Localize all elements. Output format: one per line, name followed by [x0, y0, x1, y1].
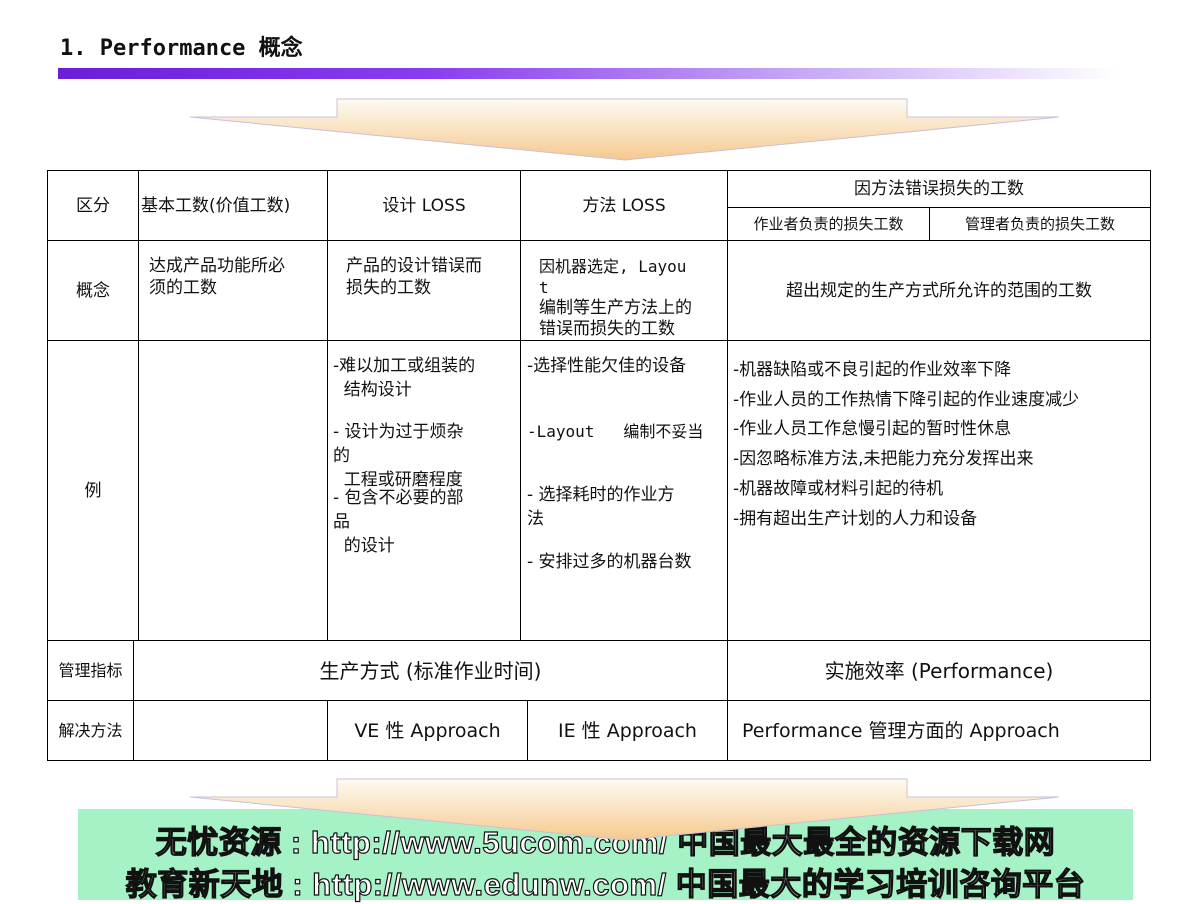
- example-error-line: -机器故障或材料引起的待机: [733, 479, 944, 499]
- solution-ve-approach: VE 性 Approach: [327, 700, 528, 761]
- solution-performance-approach: Performance 管理方面的 Approach: [727, 700, 1151, 761]
- example-design-line: - 设计为过于烦杂: [333, 422, 464, 442]
- example-method: -选择性能欠佳的设备 -Layout 编制不妥当 - 选择耗时的作业方 法 - …: [520, 340, 728, 641]
- page-title: 1. Performance 概念: [60, 36, 303, 61]
- down-arrow-icon: [189, 98, 1060, 161]
- example-method-line: - 选择耗时的作业方: [527, 485, 675, 505]
- example-design-line: - 包含不必要的部: [333, 488, 464, 508]
- example-design-line: -难以加工或组装的: [333, 356, 476, 376]
- row-label-indicator: 管理指标: [47, 640, 134, 701]
- concept-method-line: 因机器选定, Layou: [539, 257, 687, 276]
- example-design-line: 结构设计: [333, 380, 412, 400]
- header-manager-loss: 管理者负责的损失工数: [929, 207, 1151, 241]
- solution-basic: [133, 700, 328, 761]
- example-error-line: -拥有超出生产计划的人力和设备: [733, 509, 978, 529]
- footer-line-2[interactable]: 教育新天地 : http://www.edunw.com/ 中国最大的学习培训咨…: [78, 859, 1133, 904]
- concept-basic-line: 达成产品功能所必: [149, 256, 285, 276]
- example-method-line: -Layout 编制不妥当: [527, 422, 704, 441]
- example-method-line: - 安排过多的机器台数: [527, 552, 692, 572]
- example-error-line: -因忽略标准方法,未把能力充分发挥出来: [733, 449, 1034, 469]
- row-label-example: 例: [47, 340, 139, 641]
- concept-method-line: t: [539, 278, 549, 297]
- example-method-line: -选择性能欠佳的设备: [527, 356, 687, 376]
- concept-design-line: 产品的设计错误而: [346, 256, 482, 276]
- concept-method-line: 错误而损失的工数: [539, 319, 675, 339]
- performance-concept-table: 区分 基本工数(价值工数) 设计 LOSS 方法 LOSS 因方法错误损失的工数…: [47, 170, 1151, 761]
- title-underline-bar: [58, 68, 1118, 79]
- example-design: -难以加工或组装的 结构设计 - 设计为过于烦杂 的 工程或研磨程度 - 包含不…: [327, 340, 521, 641]
- header-basic: 基本工数(价值工数): [138, 170, 328, 241]
- down-arrow-icon: [189, 778, 1060, 841]
- example-design-line: 品: [333, 512, 350, 532]
- example-method-line: 法: [527, 509, 544, 529]
- indicator-performance: 实施效率 (Performance): [727, 640, 1151, 701]
- example-error: -机器缺陷或不良引起的作业效率下降 -作业人员的工作热情下降引起的作业速度减少 …: [727, 340, 1151, 641]
- concept-method: 因机器选定, Layou t 编制等生产方法上的 错误而损失的工数: [520, 240, 728, 341]
- header-design-loss: 设计 LOSS: [327, 170, 521, 241]
- header-method-error: 因方法错误损失的工数: [727, 170, 1151, 208]
- header-category: 区分: [47, 170, 139, 241]
- example-error-line: -作业人员工作怠慢引起的暂时性休息: [733, 419, 1012, 439]
- concept-design: 产品的设计错误而 损失的工数: [327, 240, 521, 341]
- header-worker-loss: 作业者负责的损失工数: [727, 207, 930, 241]
- example-design-line: 的: [333, 446, 350, 466]
- example-basic: [138, 340, 328, 641]
- row-label-concept: 概念: [47, 240, 139, 341]
- row-label-solution: 解决方法: [47, 700, 134, 761]
- concept-error: 超出规定的生产方式所允许的范围的工数: [727, 240, 1151, 341]
- concept-design-line: 损失的工数: [346, 278, 431, 298]
- example-design-line: 的设计: [333, 536, 395, 556]
- example-error-line: -机器缺陷或不良引起的作业效率下降: [733, 360, 1012, 380]
- concept-basic-line: 须的工数: [149, 278, 217, 298]
- indicator-production-method: 生产方式 (标准作业时间): [133, 640, 728, 701]
- concept-basic: 达成产品功能所必 须的工数: [138, 240, 328, 341]
- solution-ie-approach: IE 性 Approach: [527, 700, 728, 761]
- concept-method-line: 编制等生产方法上的: [539, 298, 692, 318]
- header-method-loss: 方法 LOSS: [520, 170, 728, 241]
- example-error-line: -作业人员的工作热情下降引起的作业速度减少: [733, 390, 1080, 410]
